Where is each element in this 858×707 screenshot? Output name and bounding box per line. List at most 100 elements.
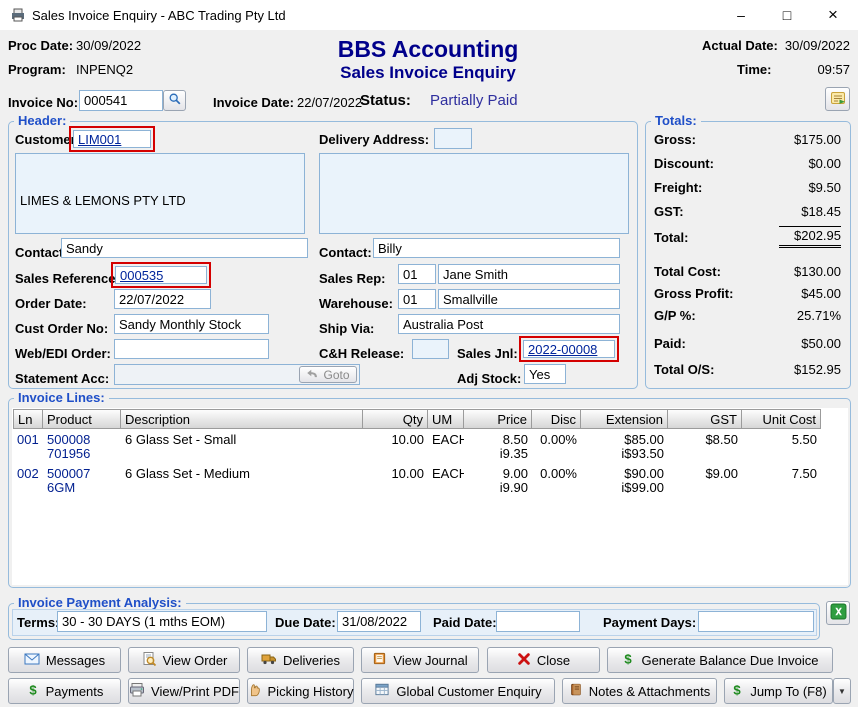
contact2-label: Contact: xyxy=(319,245,372,260)
view-print-pdf-button[interactable]: View/Print PDF xyxy=(128,678,240,704)
svg-text:$: $ xyxy=(734,682,742,697)
proc-date-value: 30/09/2022 xyxy=(76,38,141,53)
warehouse-code-input[interactable]: 01 xyxy=(398,289,436,309)
warehouse-label: Warehouse: xyxy=(319,296,393,311)
search-icon xyxy=(168,92,182,109)
contact-label: Contact: xyxy=(15,245,68,260)
notes-icon xyxy=(569,682,583,700)
global-customer-enquiry-button[interactable]: Global Customer Enquiry xyxy=(361,678,555,704)
table-row[interactable]: 001 500008 701956 6 Glass Set - Small 10… xyxy=(13,431,821,463)
app-icon xyxy=(10,7,26,26)
sales-jnl-label: Sales Jnl: xyxy=(457,346,518,361)
gross-profit-label: Gross Profit: xyxy=(654,286,733,301)
warehouse-name-input[interactable]: Smallville xyxy=(438,289,620,309)
status-label: Status: xyxy=(360,92,411,109)
messages-button[interactable]: Messages xyxy=(8,647,121,673)
sales-reference-link[interactable]: 000535 xyxy=(120,268,163,283)
ship-via-input[interactable]: Australia Post xyxy=(398,314,620,334)
cell-ln: 001 xyxy=(13,431,43,463)
cell-extension: $85.00 i$93.50 xyxy=(581,431,668,463)
form-layout-button[interactable] xyxy=(825,87,850,111)
sales-jnl-input[interactable]: 2022-00008 xyxy=(523,340,615,358)
order-date-label: Order Date: xyxy=(15,296,87,311)
view-order-button[interactable]: View Order xyxy=(128,647,240,673)
contact-input[interactable]: Sandy xyxy=(61,238,308,258)
invoice-no-input[interactable]: 000541 xyxy=(79,90,163,111)
jump-to-button[interactable]: $ Jump To (F8) xyxy=(724,678,833,704)
sales-reference-input[interactable]: 000535 xyxy=(115,266,207,284)
truck-icon xyxy=(261,651,277,669)
address-line: LIMES & LEMONS PTY LTD xyxy=(20,192,300,210)
due-date-input[interactable]: 31/08/2022 xyxy=(337,611,421,632)
payment-analysis-title: Invoice Payment Analysis: xyxy=(14,595,186,610)
payments-button[interactable]: $ Payments xyxy=(8,678,121,704)
invoice-lines-table: Ln Product Description Qty UM Price Disc… xyxy=(13,409,821,497)
cell-product: 500008 701956 xyxy=(43,431,121,463)
gp-percent-label: G/P %: xyxy=(654,308,696,323)
total-os-value: $152.95 xyxy=(794,362,841,377)
customer-input[interactable]: LIM001 xyxy=(73,130,151,148)
sales-rep-code-input[interactable]: 01 xyxy=(398,264,436,284)
contact2-input[interactable]: Billy xyxy=(373,238,620,258)
program-value: INPENQ2 xyxy=(76,62,133,77)
column-header-um: UM xyxy=(428,409,464,429)
svg-text:$: $ xyxy=(625,651,633,666)
jump-to-dropdown-button[interactable]: ▼ xyxy=(833,678,851,704)
statement-acc-label: Statement Acc: xyxy=(15,371,109,386)
goto-button[interactable]: Goto xyxy=(299,366,357,383)
title-bar[interactable]: Sales Invoice Enquiry - ABC Trading Pty … xyxy=(0,0,858,30)
invoice-lines-section-title: Invoice Lines: xyxy=(14,390,109,405)
deliveries-button[interactable]: Deliveries xyxy=(247,647,354,673)
paid-date-input[interactable] xyxy=(496,611,580,632)
sales-reference-highlight-box: 000535 xyxy=(111,262,211,288)
sales-rep-name-input[interactable]: Jane Smith xyxy=(438,264,620,284)
ch-release-input[interactable] xyxy=(412,339,449,359)
maximize-button[interactable]: □ xyxy=(764,0,810,30)
delivery-address-box[interactable] xyxy=(319,153,629,234)
delivery-address-code-input[interactable] xyxy=(434,128,472,149)
adj-stock-label: Adj Stock: xyxy=(457,371,521,386)
gross-label: Gross: xyxy=(654,132,696,147)
proc-date-label: Proc Date: xyxy=(8,38,73,53)
invoice-lines-section: Invoice Lines: Ln Product Description Qt… xyxy=(8,398,851,588)
paid-date-label: Paid Date: xyxy=(433,615,497,630)
payment-analysis-section: Invoice Payment Analysis: Terms: 30 - 30… xyxy=(8,603,820,640)
invoice-lines-header-row: Ln Product Description Qty UM Price Disc… xyxy=(13,409,821,429)
web-edi-order-input[interactable] xyxy=(114,339,269,359)
hand-icon xyxy=(248,682,262,700)
cust-order-no-label: Cust Order No: xyxy=(15,321,108,336)
picking-history-button[interactable]: Picking History xyxy=(247,678,354,704)
adj-stock-input[interactable]: Yes xyxy=(524,364,566,384)
sales-jnl-highlight-box: 2022-00008 xyxy=(519,336,619,362)
cell-price: 9.00 i9.90 xyxy=(464,465,532,497)
export-excel-button[interactable] xyxy=(826,601,850,625)
table-row[interactable]: 002 500007 6GM 6 Glass Set - Medium 10.0… xyxy=(13,465,821,497)
order-date-input[interactable]: 22/07/2022 xyxy=(114,289,211,309)
customer-address-box[interactable]: LIMES & LEMONS PTY LTD 1 SEAMIST PLACE C… xyxy=(15,153,305,234)
close-button[interactable]: Close xyxy=(487,647,600,673)
window-title: Sales Invoice Enquiry - ABC Trading Pty … xyxy=(32,8,286,23)
generate-balance-due-invoice-button[interactable]: $ Generate Balance Due Invoice xyxy=(607,647,833,673)
notes-attachments-button[interactable]: Notes & Attachments xyxy=(562,678,717,704)
form-icon xyxy=(829,90,847,109)
view-journal-button[interactable]: View Journal xyxy=(361,647,479,673)
customer-link[interactable]: LIM001 xyxy=(78,132,121,147)
terms-input[interactable]: 30 - 30 DAYS (1 mths EOM) xyxy=(57,611,267,632)
cust-order-no-input[interactable]: Sandy Monthly Stock xyxy=(114,314,269,334)
cell-description: 6 Glass Set - Small xyxy=(121,431,363,463)
discount-value: $0.00 xyxy=(808,156,841,171)
invoice-search-button[interactable] xyxy=(163,90,186,111)
payment-days-input[interactable] xyxy=(698,611,814,632)
customer-highlight-box: LIM001 xyxy=(69,126,155,152)
cell-extension: $90.00 i$99.00 xyxy=(581,465,668,497)
close-window-button[interactable]: × xyxy=(810,0,856,30)
cell-price: 8.50 i9.35 xyxy=(464,431,532,463)
goto-arrow-icon xyxy=(306,367,319,382)
close-x-icon xyxy=(517,652,531,669)
printer-icon xyxy=(129,682,145,701)
sales-jnl-link[interactable]: 2022-00008 xyxy=(528,342,597,357)
invoice-date-value: 22/07/2022 xyxy=(297,95,362,110)
cell-ln: 002 xyxy=(13,465,43,497)
minimize-button[interactable]: – xyxy=(718,0,764,30)
column-header-unit-cost: Unit Cost xyxy=(742,409,821,429)
